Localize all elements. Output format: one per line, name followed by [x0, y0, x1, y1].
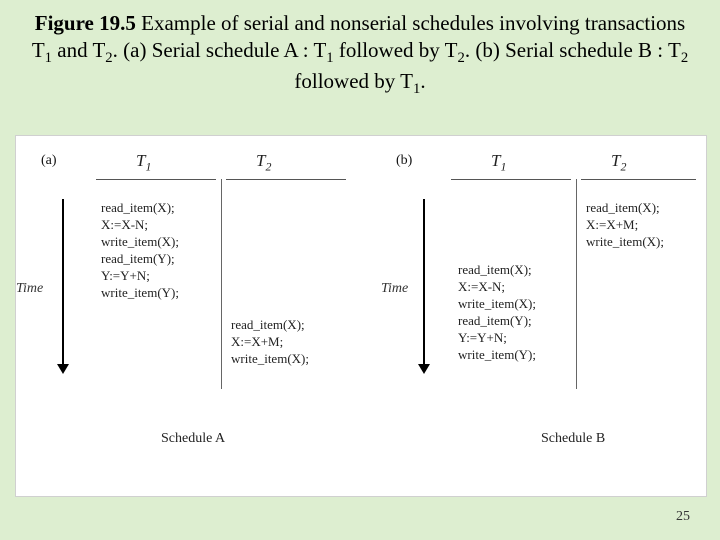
page-number: 25 [676, 509, 690, 525]
op-line: Y:=Y+N; [101, 267, 179, 284]
op-line: write_item(X); [231, 350, 309, 367]
col-header-t1: T1 [136, 151, 151, 174]
op-line: X:=X+M; [586, 216, 664, 233]
panel-a: (a) T1 T2 Time read_item(X);X:=X-N;write… [41, 151, 361, 461]
op-line: X:=X-N; [458, 278, 536, 295]
panel-b-header: (b) T1 T2 [416, 151, 691, 191]
op-line: write_item(X); [458, 295, 536, 312]
op-line: read_item(X); [458, 261, 536, 278]
op-line: read_item(X); [101, 199, 179, 216]
ops-b-t2: read_item(X);X:=X+M;write_item(X); [586, 199, 664, 250]
rule-line [96, 179, 216, 180]
op-line: write_item(X); [101, 233, 179, 250]
ops-b-t1: read_item(X);X:=X-N;write_item(X);read_i… [458, 261, 536, 363]
panel-a-header: (a) T1 T2 [41, 151, 361, 191]
schedule-b-label: Schedule B [541, 431, 605, 447]
op-line: write_item(Y); [101, 284, 179, 301]
panel-b: (b) T1 T2 Time read_item(X);X:=X+M;write… [416, 151, 691, 461]
slide: Figure 19.5 Example of serial and nonser… [0, 0, 720, 540]
op-line: read_item(X); [586, 199, 664, 216]
op-line: read_item(Y); [101, 250, 179, 267]
panel-b-tag: (b) [396, 153, 412, 169]
ops-a-t1: read_item(X);X:=X-N;write_item(X);read_i… [101, 199, 179, 301]
figure-number: Figure 19.5 [35, 11, 136, 35]
rule-line [451, 179, 571, 180]
col-header-t2: T2 [256, 151, 271, 174]
op-line: X:=X-N; [101, 216, 179, 233]
col-divider [576, 179, 577, 389]
op-line: X:=X+M; [231, 333, 309, 350]
time-label: Time [381, 281, 408, 297]
panel-a-tag: (a) [41, 153, 57, 169]
schedule-a-label: Schedule A [161, 431, 225, 447]
op-line: read_item(X); [231, 316, 309, 333]
col-divider [221, 179, 222, 389]
col-header-t2: T2 [611, 151, 626, 174]
time-label: Time [16, 281, 43, 297]
rule-line [226, 179, 346, 180]
col-header-t1: T1 [491, 151, 506, 174]
op-line: write_item(Y); [458, 346, 536, 363]
op-line: read_item(Y); [458, 312, 536, 329]
ops-a-t2: read_item(X);X:=X+M;write_item(X); [231, 316, 309, 367]
diagram: (a) T1 T2 Time read_item(X);X:=X-N;write… [15, 135, 707, 497]
op-line: write_item(X); [586, 233, 664, 250]
op-line: Y:=Y+N; [458, 329, 536, 346]
rule-line [581, 179, 696, 180]
figure-caption: Figure 19.5 Example of serial and nonser… [0, 0, 720, 107]
